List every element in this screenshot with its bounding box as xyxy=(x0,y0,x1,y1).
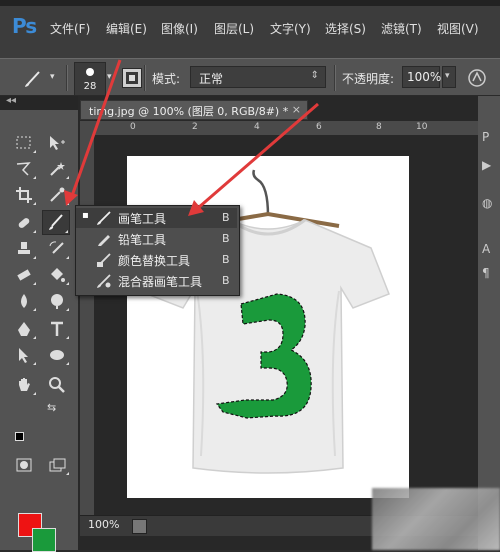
marquee-tool[interactable] xyxy=(11,132,37,154)
quick-mask-icon[interactable] xyxy=(11,454,37,476)
ruler-tick-label: 4 xyxy=(254,122,260,132)
paint-bucket-tool[interactable] xyxy=(44,264,70,286)
horizontal-ruler: 0 2 4 6 8 10 xyxy=(80,121,480,136)
flyout-item-pencil[interactable]: 铅笔工具 B xyxy=(76,229,237,249)
pressure-opacity-icon[interactable] xyxy=(466,67,488,89)
move-tool[interactable] xyxy=(44,132,70,154)
flyout-item-label: 混合器画笔工具 xyxy=(118,275,203,289)
clone-stamp-tool[interactable] xyxy=(11,238,37,260)
ruler-tick-label: 0 xyxy=(130,122,136,132)
opacity-value: 100% xyxy=(407,70,442,84)
divider xyxy=(334,65,336,91)
brush-preset-icon[interactable] xyxy=(22,67,44,89)
flyout-item-color-replacement[interactable]: 颜色替换工具 B xyxy=(76,250,237,270)
app-logo: Ps xyxy=(12,14,37,38)
shortcut-key: B xyxy=(222,211,230,224)
lasso-tool[interactable] xyxy=(11,158,37,180)
zoom-tool[interactable] xyxy=(44,374,70,396)
menu-image[interactable]: 图像(I) xyxy=(161,20,198,37)
right-panel-strip: P ▶ ◍ A ¶ xyxy=(478,96,500,550)
eyedropper-tool[interactable] xyxy=(44,184,70,206)
ruler-tick-label: 2 xyxy=(192,122,198,132)
menu-view[interactable]: 视图(V) xyxy=(437,20,479,37)
healing-brush-tool[interactable] xyxy=(11,212,37,234)
brush-tool-flyout: ▪ 画笔工具 B 铅笔工具 B 颜色替换工具 B 混合器画笔工具 B xyxy=(75,205,240,296)
divider xyxy=(144,65,146,91)
shortcut-key: B xyxy=(222,232,230,245)
brush-panel-toggle-icon[interactable] xyxy=(122,68,142,88)
menu-edit[interactable]: 编辑(E) xyxy=(106,20,147,37)
character-panel-icon[interactable]: A xyxy=(482,242,490,256)
menu-layer[interactable]: 图层(L) xyxy=(214,20,254,37)
shortcut-key: B xyxy=(222,274,230,287)
collapse-icon[interactable]: ◂◂ xyxy=(6,95,16,106)
brush-tip-icon xyxy=(86,68,94,76)
color-replacement-icon xyxy=(96,252,112,271)
updown-icon: ⇕ xyxy=(310,70,319,81)
play-icon[interactable]: ▶ xyxy=(482,158,491,172)
brush-tool[interactable] xyxy=(42,210,70,235)
mode-select[interactable]: 正常 ⇕ xyxy=(190,66,326,88)
document-tab[interactable]: timg.jpg @ 100% (图层 0, RGB/8#) * × xyxy=(80,100,308,120)
divider xyxy=(66,65,68,91)
options-bar: ▾ 28 ▾ 模式: 正常 ⇕ 不透明度: 100% ▾ xyxy=(0,58,500,96)
watermark-blur xyxy=(372,488,500,550)
pen-tool[interactable] xyxy=(11,318,37,340)
screen-mode-icon[interactable] xyxy=(44,454,70,476)
opacity-input[interactable]: 100% xyxy=(402,66,442,88)
toolbox: ⇆ xyxy=(0,110,78,552)
ellipse-tool[interactable] xyxy=(44,344,70,366)
magic-wand-tool[interactable] xyxy=(44,158,70,180)
type-tool[interactable] xyxy=(44,318,70,340)
history-brush-tool[interactable] xyxy=(44,238,70,260)
hand-tool[interactable] xyxy=(11,374,37,396)
flyout-item-brush[interactable]: ▪ 画笔工具 B xyxy=(76,208,237,228)
mode-value: 正常 xyxy=(199,72,224,86)
vertical-ruler xyxy=(80,135,94,515)
document-tab-title: timg.jpg @ 100% (图层 0, RGB/8#) * xyxy=(89,105,289,118)
chevron-down-icon[interactable]: ▾ xyxy=(107,72,112,82)
brush-size-picker[interactable]: 28 xyxy=(74,62,106,96)
opacity-dropdown[interactable]: ▾ xyxy=(442,66,456,88)
opacity-label: 不透明度: xyxy=(342,72,395,86)
toolbox-header[interactable]: ◂◂ xyxy=(0,95,78,110)
zoom-level[interactable]: 100% xyxy=(88,518,119,531)
brush-size-value: 28 xyxy=(83,81,97,92)
mode-label: 模式: xyxy=(152,72,181,86)
flyout-item-label: 颜色替换工具 xyxy=(118,254,191,268)
menu-type[interactable]: 文字(Y) xyxy=(270,20,311,37)
ruler-tick-label: 6 xyxy=(316,122,322,132)
chevron-down-icon[interactable]: ▾ xyxy=(50,72,55,82)
background-color-swatch[interactable] xyxy=(32,528,56,552)
mixer-brush-icon xyxy=(96,273,112,292)
path-selection-tool[interactable] xyxy=(11,344,37,366)
blur-tool[interactable] xyxy=(11,290,37,312)
close-icon[interactable]: × xyxy=(292,103,301,116)
ruler-tick-label: 10 xyxy=(416,122,428,132)
panel-icon[interactable]: P xyxy=(482,130,489,144)
panel-icon[interactable]: ◍ xyxy=(482,196,492,210)
chevron-down-icon: ▾ xyxy=(445,71,450,81)
status-info-icon[interactable] xyxy=(132,519,147,534)
swap-colors-icon[interactable]: ⇆ xyxy=(47,401,56,414)
menu-bar: Ps 文件(F) 编辑(E) 图像(I) 图层(L) 文字(Y) 选择(S) 滤… xyxy=(0,0,500,58)
flyout-item-label: 画笔工具 xyxy=(118,212,167,226)
selected-dot-icon: ▪ xyxy=(82,210,89,221)
default-colors-icon[interactable] xyxy=(15,432,24,441)
menu-select[interactable]: 选择(S) xyxy=(325,20,366,37)
shortcut-key: B xyxy=(222,253,230,266)
menu-filter[interactable]: 滤镜(T) xyxy=(381,20,422,37)
eraser-tool[interactable] xyxy=(11,264,37,286)
ruler-tick-label: 8 xyxy=(376,122,382,132)
flyout-item-label: 铅笔工具 xyxy=(118,233,167,247)
pencil-icon xyxy=(96,231,112,250)
flyout-item-mixer-brush[interactable]: 混合器画笔工具 B xyxy=(76,271,237,291)
dodge-tool[interactable] xyxy=(44,290,70,312)
brush-icon xyxy=(96,210,112,229)
paragraph-panel-icon[interactable]: ¶ xyxy=(482,266,490,280)
menu-file[interactable]: 文件(F) xyxy=(50,20,90,37)
crop-tool[interactable] xyxy=(11,184,37,206)
